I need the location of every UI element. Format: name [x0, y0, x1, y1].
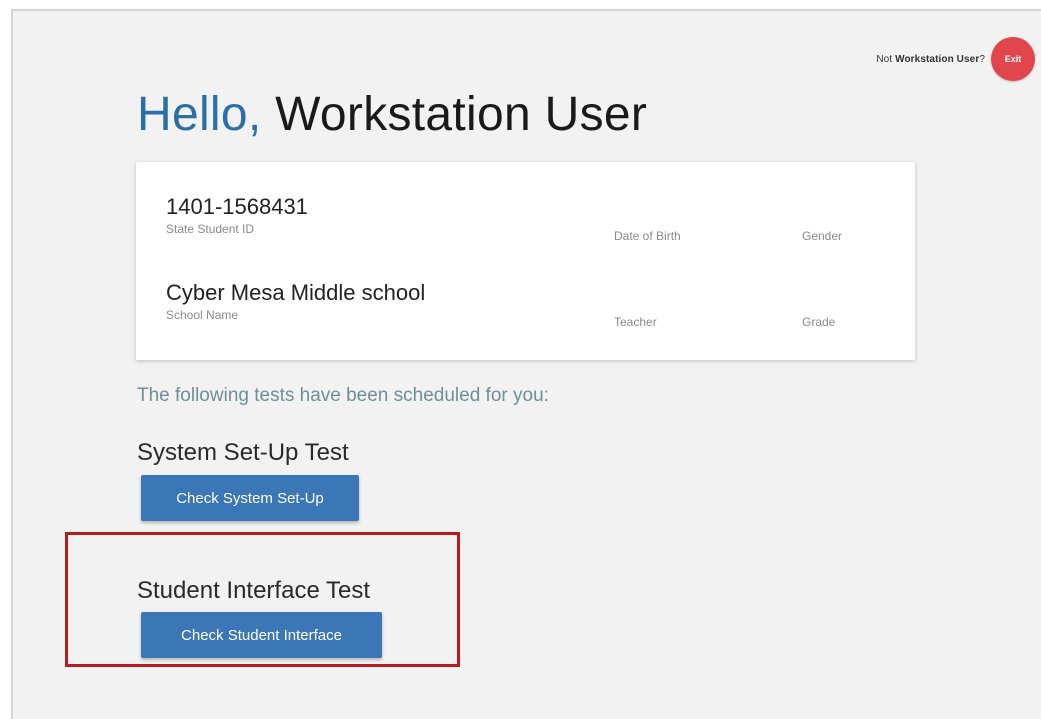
system-setup-test-title: System Set-Up Test — [137, 439, 349, 466]
greeting-user-name: Workstation User — [275, 88, 648, 141]
dob-label: Date of Birth — [614, 229, 681, 243]
scheduled-tests-intro: The following tests have been scheduled … — [137, 385, 549, 406]
check-student-interface-button[interactable]: Check Student Interface — [141, 612, 382, 658]
greeting-hello: Hello, — [137, 88, 262, 141]
not-user-text: Not Workstation User? — [876, 54, 985, 65]
student-id-value: 1401-1568431 — [166, 194, 308, 219]
current-user-name: Workstation User — [895, 53, 980, 65]
not-suffix: ? — [979, 53, 985, 65]
student-id-label: State Student ID — [166, 222, 255, 236]
school-name-label: School Name — [166, 308, 239, 322]
page-title: Hello, Workstation User — [137, 85, 647, 145]
not-prefix: Not — [876, 53, 896, 65]
app-frame: Not Workstation User? Exit Hello, Workst… — [11, 9, 1041, 719]
teacher-label: Teacher — [614, 315, 657, 329]
check-system-setup-button[interactable]: Check System Set-Up — [141, 475, 359, 521]
student-interface-test-title: Student Interface Test — [137, 577, 371, 604]
grade-label: Grade — [802, 315, 836, 329]
exit-button[interactable]: Exit — [991, 37, 1035, 81]
user-bar: Not Workstation User? Exit — [876, 37, 1035, 81]
school-name-value: Cyber Mesa Middle school — [166, 280, 426, 305]
school-row: Cyber Mesa Middle school School Name Tea… — [166, 280, 885, 329]
student-info-card: 1401-1568431 State Student ID Date of Bi… — [136, 162, 915, 360]
gender-label: Gender — [802, 229, 843, 243]
student-id-row: 1401-1568431 State Student ID Date of Bi… — [166, 194, 885, 243]
